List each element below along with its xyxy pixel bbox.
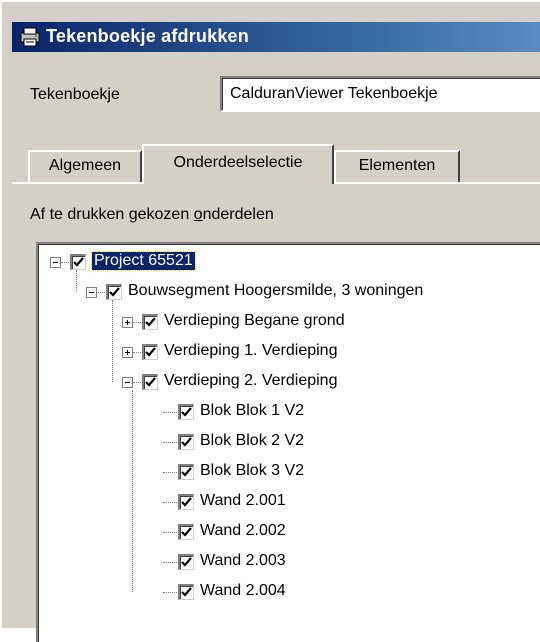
tree-connector [163, 592, 177, 594]
checkmark-icon [181, 437, 192, 447]
tree-node-label[interactable]: Wand 2.001 [200, 492, 286, 510]
checkmark-icon [181, 407, 192, 417]
node-checkbox[interactable] [70, 254, 86, 270]
selection-section-label: Af te drukken gekozen onderdelen [30, 206, 274, 224]
node-checkbox[interactable] [178, 554, 194, 570]
tab-algemeen-label: Algemeen [48, 157, 122, 174]
node-checkbox[interactable] [178, 524, 194, 540]
tree-connector [163, 532, 177, 534]
tree-connector [133, 382, 141, 384]
tab-onderdeelselectie[interactable]: Onderdeelselectie [142, 144, 334, 184]
tree-connector [76, 270, 78, 292]
node-checkbox[interactable] [178, 434, 194, 450]
tree-expander-icon[interactable] [86, 287, 97, 298]
tree-node-label[interactable]: Wand 2.002 [200, 522, 286, 540]
tab-strip: Algemeen Onderdeelselectie Elementen [28, 144, 540, 184]
tree-node-label[interactable]: Blok Blok 2 V2 [200, 432, 304, 450]
checkmark-icon [181, 557, 192, 567]
node-checkbox[interactable] [106, 284, 122, 300]
node-checkbox[interactable] [178, 404, 194, 420]
tree-connector [163, 502, 177, 504]
selection-label-suffix: nderdelen [202, 206, 274, 223]
tree-node-label[interactable]: Wand 2.004 [200, 582, 286, 600]
tree-connector [163, 562, 177, 564]
checkmark-icon [145, 317, 156, 327]
plus-bar [127, 320, 128, 325]
tree-connector [163, 442, 177, 444]
tree-node-label[interactable]: Blok Blok 1 V2 [200, 402, 304, 420]
tab-algemeen[interactable]: Algemeen [28, 150, 142, 182]
tree-connector [163, 472, 177, 474]
tree-node-label[interactable]: Blok Blok 3 V2 [200, 462, 304, 480]
tekenboekje-label: Tekenboekje [30, 86, 120, 103]
tree-connector [61, 262, 69, 264]
checkmark-icon [181, 587, 192, 597]
tree-expander-icon[interactable] [122, 317, 133, 328]
printer-app-icon [20, 27, 40, 47]
tree-connector [112, 300, 114, 382]
tree-node-label[interactable]: Project 65521 [91, 251, 196, 271]
tree-expander-icon[interactable] [50, 257, 61, 268]
node-checkbox[interactable] [178, 494, 194, 510]
checkmark-icon [181, 497, 192, 507]
tree-expander-icon[interactable] [122, 347, 133, 358]
tab-elementen[interactable]: Elementen [334, 150, 460, 182]
title-bar[interactable]: Tekenboekje afdrukken [12, 22, 540, 52]
node-checkbox[interactable] [178, 464, 194, 480]
tree-node-label[interactable]: Verdieping 1. Verdieping [164, 342, 337, 360]
checkmark-icon [145, 377, 156, 387]
node-checkbox[interactable] [142, 344, 158, 360]
tekenboekje-combobox[interactable]: CalduranViewer Tekenboekje [220, 76, 540, 112]
tree-connector [97, 292, 105, 294]
tree-node-label[interactable]: Verdieping 2. Verdieping [164, 372, 337, 390]
tree-expander-icon[interactable] [122, 377, 133, 388]
minus-bar [89, 292, 94, 293]
tree-connector [163, 412, 177, 414]
tree-node-label[interactable]: Verdieping Begane grond [164, 312, 345, 330]
node-checkbox[interactable] [142, 314, 158, 330]
checkmark-icon [109, 287, 120, 297]
node-checkbox[interactable] [178, 584, 194, 600]
tab-onderdeelselectie-label: Onderdeelselectie [173, 154, 303, 171]
plus-bar [127, 350, 128, 355]
tree-connector [133, 352, 141, 354]
selection-label-accel-g: g [128, 206, 138, 223]
tree-connector [132, 390, 134, 592]
checkmark-icon [73, 257, 84, 267]
checkmark-icon [145, 347, 156, 357]
minus-bar [53, 262, 58, 263]
window-title: Tekenboekje afdrukken [46, 26, 249, 46]
tree-connector [133, 322, 141, 324]
node-checkbox[interactable] [142, 374, 158, 390]
selection-label-prefix: Af te drukken [30, 206, 129, 223]
minus-bar [125, 382, 130, 383]
checkmark-icon [181, 527, 192, 537]
part-selection-tree[interactable]: Project 65521 Bouwsegment Hoogersmilde, 3… [36, 242, 540, 642]
tekenboekje-value: CalduranViewer Tekenboekje [230, 85, 438, 102]
selection-label-accel-o: o [193, 206, 203, 223]
selection-label-mid: ekozen [137, 206, 194, 223]
checkmark-icon [181, 467, 192, 477]
print-dialog-window: Tekenboekje afdrukken Tekenboekje Caldur… [0, 0, 540, 642]
tree-node-label[interactable]: Bouwsegment Hoogersmilde, 3 woningen [128, 282, 423, 300]
tree-node-label[interactable]: Wand 2.003 [200, 552, 286, 570]
tab-elementen-label: Elementen [358, 157, 436, 174]
